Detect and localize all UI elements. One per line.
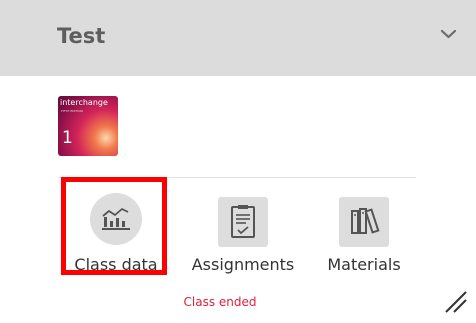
bar-chart-icon [90, 193, 142, 245]
materials-label: Materials [327, 255, 401, 274]
book-cover-subtitle: FIFTH EDITION [61, 109, 83, 113]
class-data-button[interactable]: Class data [66, 193, 166, 277]
class-data-label: Class data [74, 255, 158, 274]
books-icon [339, 197, 389, 247]
divider [58, 177, 416, 178]
book-cover-title: interchange [60, 98, 108, 107]
assignments-button[interactable]: Assignments [183, 193, 303, 277]
class-header[interactable]: Test [0, 0, 476, 76]
class-status: Class ended [183, 295, 257, 309]
assignments-label: Assignments [191, 255, 295, 274]
book-cover[interactable]: interchange FIFTH EDITION 1 [58, 96, 118, 156]
class-title: Test [57, 24, 106, 48]
resize-handle-icon[interactable] [444, 290, 468, 314]
chevron-down-icon[interactable] [440, 28, 457, 40]
book-cover-number: 1 [62, 128, 73, 148]
clipboard-icon [218, 197, 268, 247]
materials-button[interactable]: Materials [314, 193, 414, 277]
